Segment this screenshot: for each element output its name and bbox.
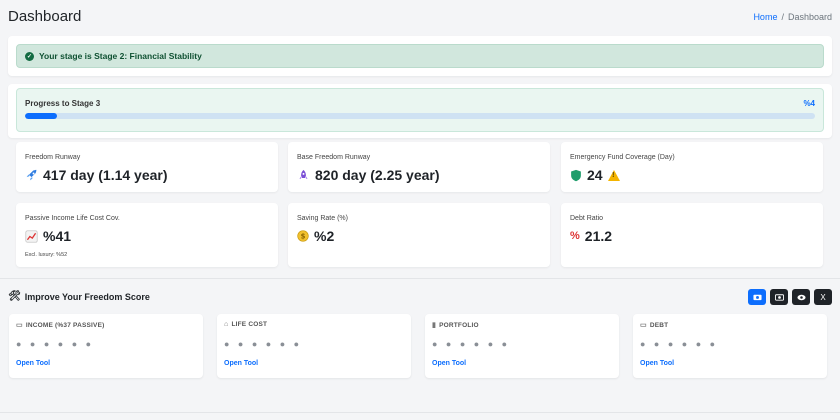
stat-value: 24 bbox=[587, 167, 603, 183]
tool-card-debt: ▭ DEBT ● ● ● ● ● ● Open Tool bbox=[633, 314, 827, 378]
stat-label: Debt Ratio bbox=[570, 215, 604, 222]
warning-icon bbox=[607, 169, 620, 181]
progress-percent: %4 bbox=[803, 99, 815, 108]
tool-title: ▭ INCOME (%37 PASSIVE) bbox=[16, 321, 105, 330]
home-icon: ⌂ bbox=[224, 321, 229, 328]
x-button[interactable]: X bbox=[814, 289, 832, 305]
stat-value: 21.2 bbox=[584, 228, 613, 244]
open-tool-link[interactable]: Open Tool bbox=[640, 360, 674, 367]
stat-label: Base Freedom Runway bbox=[297, 154, 371, 161]
masked-value: ● ● ● ● ● ● bbox=[432, 339, 511, 349]
stat-card-emergency-fund: Emergency Fund Coverage (Day) 24 bbox=[561, 142, 823, 192]
masked-value: ● ● ● ● ● ● bbox=[16, 339, 95, 349]
stage-text: Your stage is Stage 2: Financial Stabili… bbox=[39, 51, 202, 61]
tool-title-text: DEBT bbox=[649, 321, 669, 329]
section-title-text: Improve Your Freedom Score bbox=[24, 291, 150, 302]
stat-card-debt-ratio: Debt Ratio % 21.2 bbox=[561, 203, 823, 267]
section-title: 🛠 Improve Your Freedom Score bbox=[8, 291, 150, 302]
percent-icon: % bbox=[570, 230, 580, 242]
stat-value-row: %41 bbox=[25, 228, 71, 244]
page-header: Dashboard Home / Dashboard bbox=[0, 0, 840, 34]
open-tool-link[interactable]: Open Tool bbox=[16, 360, 50, 367]
stage-alert: ✓ Your stage is Stage 2: Financial Stabi… bbox=[16, 44, 824, 68]
masked-value: ● ● ● ● ● ● bbox=[224, 339, 303, 349]
camera-alt-button[interactable] bbox=[770, 289, 788, 305]
camera-button[interactable] bbox=[748, 289, 766, 305]
tool-card-portfolio: ▮ PORTFOLIO ● ● ● ● ● ● Open Tool bbox=[425, 314, 619, 378]
open-tool-link[interactable]: Open Tool bbox=[224, 360, 258, 367]
stat-value-row: 417 day (1.14 year) bbox=[25, 167, 168, 183]
rocket-purple-icon bbox=[297, 169, 310, 182]
breadcrumb-separator: / bbox=[781, 12, 784, 22]
footer-divider bbox=[0, 412, 840, 413]
tool-title-text: INCOME (%37 PASSIVE) bbox=[25, 321, 105, 329]
stat-value-row: 24 bbox=[570, 167, 620, 183]
breadcrumb: Home / Dashboard bbox=[753, 12, 832, 22]
wallet-icon: ▭ bbox=[16, 322, 23, 329]
check-circle-icon: ✓ bbox=[25, 51, 34, 61]
svg-text:$: $ bbox=[301, 233, 306, 241]
bar-chart-icon: ▮ bbox=[432, 322, 437, 329]
stat-value-row: $ %2 bbox=[297, 228, 334, 244]
stat-label: Emergency Fund Coverage (Day) bbox=[570, 154, 675, 161]
stage-card: ✓ Your stage is Stage 2: Financial Stabi… bbox=[8, 36, 832, 76]
tools-icon: 🛠 bbox=[8, 291, 21, 302]
tool-card-income: ▭ INCOME (%37 PASSIVE) ● ● ● ● ● ● Open T… bbox=[9, 314, 203, 378]
rocket-icon bbox=[25, 169, 38, 182]
progress-bar-fill bbox=[25, 113, 57, 119]
stat-value: 820 day (2.25 year) bbox=[315, 167, 440, 183]
card-icon: ▭ bbox=[640, 322, 647, 329]
stat-card-passive-income: Passive Income Life Cost Cov. %41 Excl. … bbox=[16, 203, 278, 267]
progress-panel: Progress to Stage 3 %4 bbox=[16, 88, 824, 132]
toolbar: X bbox=[748, 289, 832, 305]
tool-title: ▮ PORTFOLIO bbox=[432, 321, 479, 330]
breadcrumb-current: Dashboard bbox=[787, 12, 832, 22]
stat-card-freedom-runway: Freedom Runway 417 day (1.14 year) bbox=[16, 142, 278, 192]
stat-value-row: % 21.2 bbox=[570, 228, 612, 244]
tool-title-text: PORTFOLIO bbox=[439, 321, 479, 329]
stat-value-row: 820 day (2.25 year) bbox=[297, 167, 440, 183]
progress-bar bbox=[25, 113, 815, 119]
tool-card-life-cost: ⌂ LIFE COST ● ● ● ● ● ● Open Tool bbox=[217, 314, 411, 378]
tool-title: ▭ DEBT bbox=[640, 321, 669, 330]
masked-value: ● ● ● ● ● ● bbox=[640, 339, 719, 349]
stat-label: Freedom Runway bbox=[25, 154, 81, 161]
progress-card: Progress to Stage 3 %4 bbox=[8, 84, 832, 138]
stat-value: %2 bbox=[314, 228, 335, 244]
progress-label: Progress to Stage 3 bbox=[25, 99, 101, 108]
stat-value: 417 day (1.14 year) bbox=[43, 167, 168, 183]
breadcrumb-home-link[interactable]: Home bbox=[753, 12, 777, 22]
stat-card-saving-rate: Saving Rate (%) $ %2 bbox=[288, 203, 550, 267]
tool-title-text: LIFE COST bbox=[231, 321, 268, 328]
chart-up-icon bbox=[25, 229, 38, 243]
stat-label: Passive Income Life Cost Cov. bbox=[25, 215, 120, 222]
stat-value: %41 bbox=[43, 228, 72, 244]
stat-note: Excl. luxury: %52 bbox=[25, 252, 68, 258]
page-title: Dashboard bbox=[8, 8, 82, 25]
tool-title: ⌂ LIFE COST bbox=[224, 321, 267, 328]
stat-label: Saving Rate (%) bbox=[297, 215, 348, 222]
open-tool-link[interactable]: Open Tool bbox=[432, 360, 466, 367]
eye-off-button[interactable] bbox=[792, 289, 810, 305]
shield-icon bbox=[570, 169, 582, 182]
stat-card-base-freedom-runway: Base Freedom Runway 820 day (2.25 year) bbox=[288, 142, 550, 192]
coin-icon: $ bbox=[297, 230, 309, 242]
